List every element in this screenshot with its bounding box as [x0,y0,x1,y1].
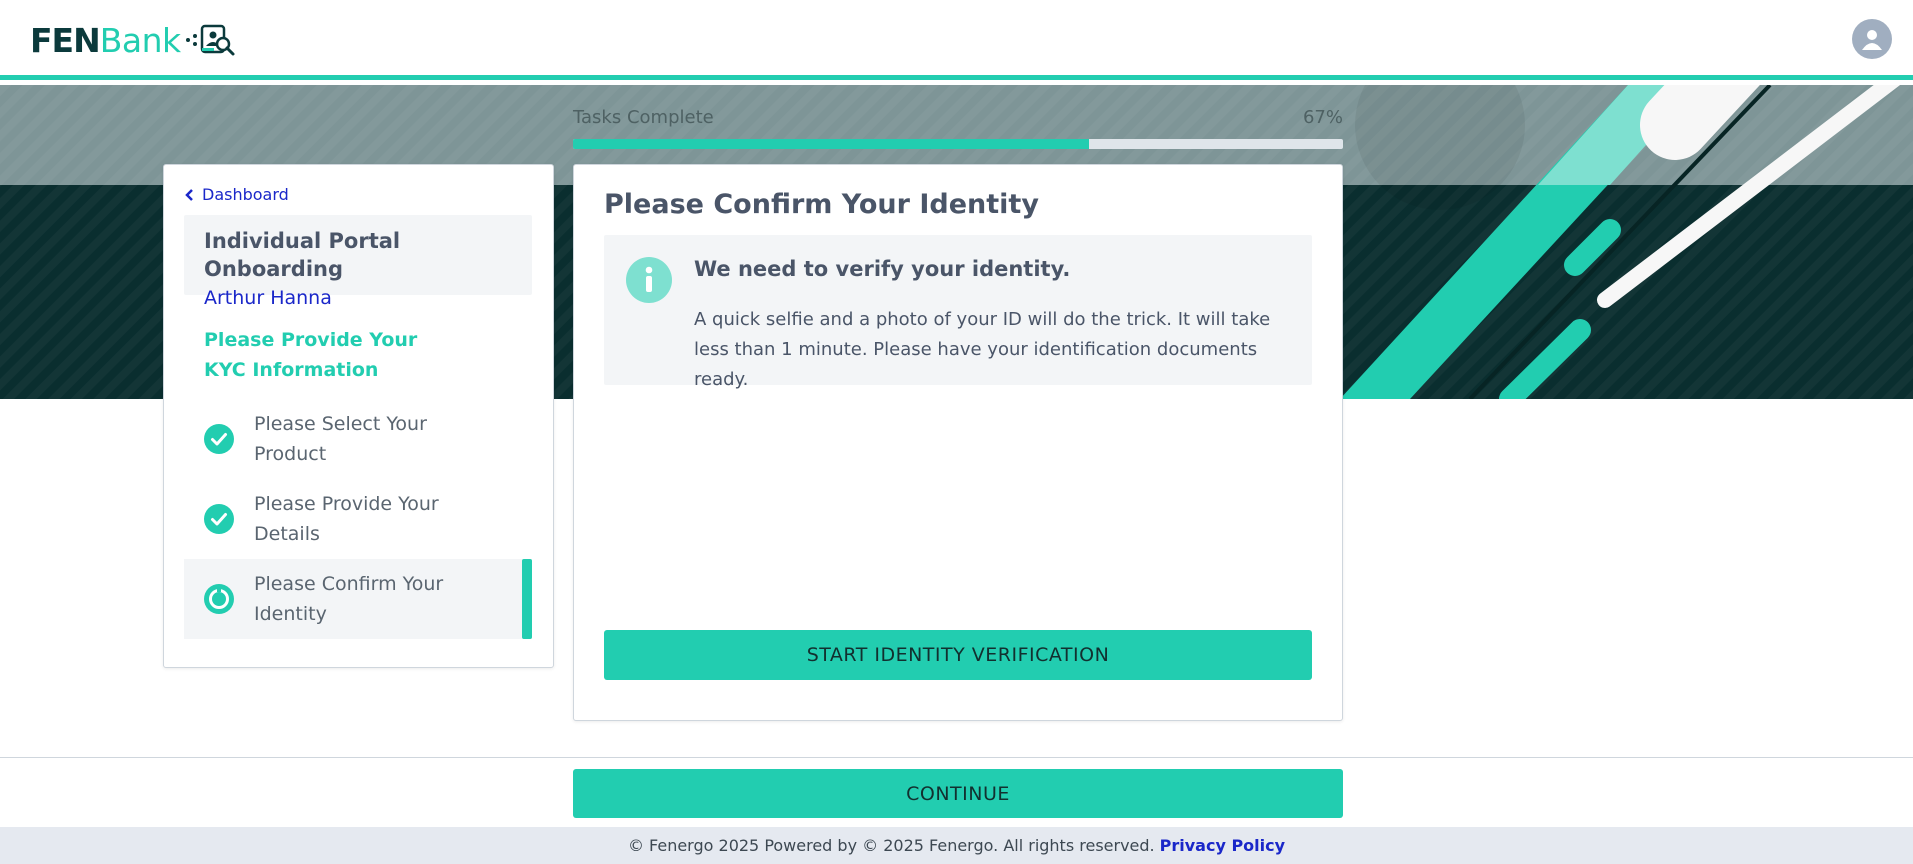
onboarding-nav-card: Dashboard Individual Portal Onboarding A… [163,164,554,668]
id-scan-icon [185,24,235,56]
info-notice: We need to verify your identity. A quick… [604,235,1312,390]
progress-label: Tasks Complete [573,107,714,128]
step-provide-details[interactable]: Please Provide Your Details [184,479,532,559]
fenbank-logo[interactable]: FEN Bank [30,20,237,60]
copyright-bar: © Fenergo 2025 Powered by © 2025 Fenergo… [0,827,1913,864]
chevron-left-icon [185,188,193,201]
logo-text-bank: Bank [99,20,181,60]
check-circle-icon [204,504,234,534]
onboarding-summary: Individual Portal Onboarding Arthur Hann… [184,215,532,309]
onboarding-title: Individual Portal Onboarding [204,229,401,281]
active-step-indicator [522,559,532,639]
user-avatar[interactable] [1852,19,1892,59]
info-body: A quick selfie and a photo of your ID wi… [694,309,1271,390]
kyc-section-title[interactable]: Please Provide Your KYC Information [204,325,464,385]
in-progress-icon [204,584,234,614]
step-label: Please Select Your Product [254,413,427,465]
identity-card: Please Confirm Your Identity We need to … [573,164,1343,721]
footer-divider [0,757,1913,758]
user-icon [1862,30,1882,50]
step-select-product[interactable]: Please Select Your Product [184,399,532,479]
info-heading: We need to verify your identity. [694,257,1071,281]
continue-button[interactable]: CONTINUE [573,769,1343,818]
user-name: Arthur Hanna [204,287,332,309]
progress-track [573,139,1343,149]
logo-text-fen: FEN [30,20,101,60]
step-label: Please Provide Your Details [254,493,439,545]
privacy-policy-link[interactable]: Privacy Policy [1160,836,1285,855]
tasks-progress: Tasks Complete 67% [573,107,1343,149]
copyright-text: © Fenergo 2025 Powered by © 2025 Fenergo… [627,836,1155,855]
step-confirm-identity[interactable]: Please Confirm Your Identity [184,559,532,639]
start-verification-button[interactable]: START IDENTITY VERIFICATION [604,630,1312,680]
dashboard-back-link[interactable]: Dashboard [184,185,289,204]
check-circle-icon [204,424,234,454]
step-label: Please Confirm Your Identity [254,573,444,625]
page-title: Please Confirm Your Identity [604,189,1039,220]
info-icon [626,257,672,303]
progress-percent: 67% [1302,107,1343,128]
progress-fill [573,139,1089,149]
back-link-label: Dashboard [202,185,289,204]
top-header: FEN Bank [0,0,1913,80]
